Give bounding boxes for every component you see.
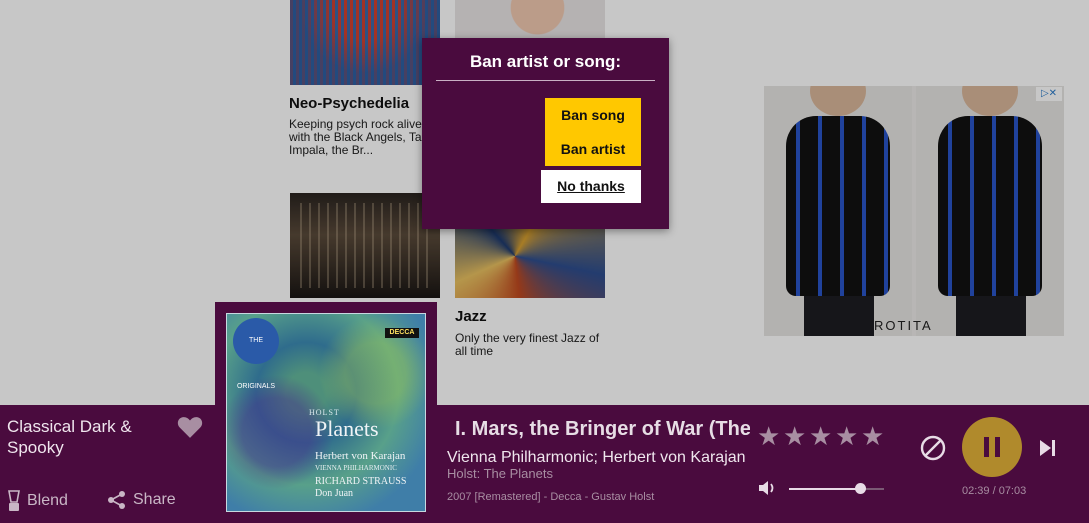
player-bar: Classical Dark & Spooky Blend Share I. M…: [0, 405, 1089, 523]
track-artist[interactable]: Vienna Philharmonic; Herbert von Karajan: [447, 449, 747, 467]
ban-dialog: Ban artist or song: Ban song Ban artist …: [422, 38, 669, 229]
share-label: Share: [133, 491, 176, 508]
star-icon[interactable]: ★: [835, 423, 858, 449]
tile-title[interactable]: Jazz: [455, 308, 487, 325]
time-readout: 02:39 / 07:03: [962, 485, 1027, 497]
blend-label: Blend: [27, 492, 68, 509]
album-credit: Don Juan: [315, 488, 354, 499]
pause-button[interactable]: [962, 417, 1022, 477]
track-title: I. Mars, the Bringer of War (The Planets…: [455, 418, 750, 440]
volume-knob[interactable]: [855, 483, 867, 494]
skip-next-icon[interactable]: [1037, 438, 1057, 458]
blender-icon: [8, 490, 20, 511]
ad-image-front: [764, 86, 912, 336]
volume-slider[interactable]: [789, 483, 884, 494]
star-icon[interactable]: ★: [783, 423, 806, 449]
share-icon: [108, 491, 125, 509]
star-icon[interactable]: ★: [757, 423, 780, 449]
track-album[interactable]: Holst: The Planets: [447, 466, 553, 481]
ad-image-back: [916, 86, 1064, 336]
album-credit: VIENNA PHILHARMONIC: [315, 464, 397, 472]
album-label-logo: DECCA: [385, 328, 419, 338]
album-art[interactable]: THE ORIGINALS DECCA HOLST Planets Herber…: [226, 313, 426, 512]
tile-title[interactable]: Neo-Psychedelia: [289, 95, 409, 112]
tile-description: Keeping psych rock alive with the Black …: [289, 117, 439, 157]
heart-icon[interactable]: [177, 415, 203, 439]
volume-icon[interactable]: [758, 479, 778, 497]
tile-image-artist[interactable]: [455, 0, 605, 38]
album-credit: RICHARD STRAUSS: [315, 476, 407, 487]
ad-choices-icon[interactable]: ▷✕: [1036, 87, 1062, 101]
tile-image-neo-psychedelia[interactable]: [290, 0, 440, 85]
track-meta: 2007 [Remastered] - Decca - Gustav Holst: [447, 491, 655, 503]
album-badge: THE ORIGINALS: [233, 318, 279, 390]
pause-icon: [984, 437, 1000, 457]
volume-fill: [789, 488, 861, 490]
album-art-frame: THE ORIGINALS DECCA HOLST Planets Herber…: [215, 302, 437, 523]
star-icon[interactable]: ★: [809, 423, 832, 449]
ban-artist-button[interactable]: Ban artist: [545, 132, 641, 166]
album-credit: Herbert von Karajan: [315, 450, 406, 462]
ban-icon[interactable]: [920, 435, 946, 461]
share-button[interactable]: Share: [107, 490, 176, 510]
dialog-title: Ban artist or song:: [436, 52, 655, 81]
album-title: Planets: [315, 416, 379, 441]
rating-stars[interactable]: ★ ★ ★ ★ ★: [757, 423, 884, 449]
no-thanks-button[interactable]: No thanks: [541, 170, 641, 203]
station-name[interactable]: Classical Dark & Spooky: [7, 416, 167, 458]
tile-image-classical-dark[interactable]: [290, 193, 440, 298]
blend-button[interactable]: Blend: [7, 490, 68, 512]
ban-song-button[interactable]: Ban song: [545, 98, 641, 132]
ad-brand-logo: ROTITA: [874, 318, 933, 333]
star-icon[interactable]: ★: [861, 423, 884, 449]
advertisement[interactable]: ROTITA ▷✕: [764, 86, 1064, 336]
tile-description: Only the very finest Jazz of all time: [455, 331, 600, 358]
